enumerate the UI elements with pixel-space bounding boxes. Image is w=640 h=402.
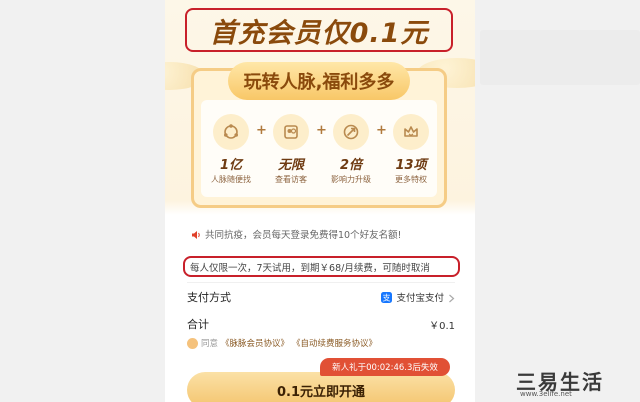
notice-text: 共同抗疫，会员每天登录免费得10个好友名额! xyxy=(205,230,402,241)
svg-text:支: 支 xyxy=(383,292,391,302)
hero-title-box: 首充会员仅0.1元 xyxy=(185,8,453,52)
payment-method-value: 支付宝支付 xyxy=(396,293,444,304)
payment-method-selector[interactable]: 支 支付宝支付 xyxy=(381,288,455,307)
trial-rule-box: 每人仅限一次，7天试用，到期￥68/月续费，可随时取消 xyxy=(183,256,460,277)
auto-renew-agreement-link[interactable]: 《自动续费服务协议》 xyxy=(292,337,377,349)
divider xyxy=(187,282,455,283)
benefits-panel: 1亿 人脉随便找 + 无限 查看访客 + 2倍 影响力升级 + 13项 更多特权 xyxy=(201,100,437,197)
benefits-card: 1亿 人脉随便找 + 无限 查看访客 + 2倍 影响力升级 + 13项 更多特权… xyxy=(191,62,447,208)
benefits-badge-text: 玩转人脉,福利多多 xyxy=(243,72,395,93)
pay-now-button[interactable]: 0.1元立即开通 xyxy=(187,372,455,402)
notice-bar: 共同抗疫，会员每天登录免费得10个好友名额! xyxy=(183,222,458,246)
total-amount: ￥0.1 xyxy=(429,320,455,332)
right-background xyxy=(475,0,640,402)
benefit-value: 1亿 xyxy=(219,158,243,173)
agreement-row: 同意 《脉脉会员协议》 《自动续费服务协议》 xyxy=(187,336,457,350)
member-agreement-link[interactable]: 《脉脉会员协议》 xyxy=(221,337,289,349)
total-row: 合计 ￥0.1 xyxy=(187,316,455,332)
benefit-label: 人脉随便找 xyxy=(211,175,251,184)
pay-now-label: 0.1元立即开通 xyxy=(276,384,366,400)
payment-method-label: 支付方式 xyxy=(187,291,231,304)
benefit-value: 2倍 xyxy=(339,158,363,173)
growth-icon xyxy=(333,114,369,150)
benefit-item: 2倍 影响力升级 xyxy=(324,114,378,185)
benefit-item: 无限 查看访客 xyxy=(264,114,318,185)
benefit-value: 13项 xyxy=(395,158,427,173)
agreement-prefix: 同意 xyxy=(201,339,219,349)
agreement-checkbox[interactable] xyxy=(187,337,198,349)
payment-method-row[interactable]: 支付方式 支 支付宝支付 xyxy=(187,288,455,306)
countdown-text: 新人礼于00:02:46.3后失效 xyxy=(332,363,438,373)
visitors-icon xyxy=(273,114,309,150)
benefit-label: 查看访客 xyxy=(275,175,307,184)
benefits-badge: 玩转人脉,福利多多 xyxy=(228,62,410,100)
alipay-icon: 支 xyxy=(381,288,393,307)
chevron-right-icon xyxy=(448,288,455,307)
hero-title: 首充会员仅0.1元 xyxy=(209,17,429,49)
network-icon xyxy=(213,114,249,150)
left-background xyxy=(0,0,165,402)
crown-icon xyxy=(393,114,429,150)
countdown-badge: 新人礼于00:02:46.3后失效 xyxy=(320,358,450,376)
benefit-label: 影响力升级 xyxy=(331,175,371,184)
benefit-value: 无限 xyxy=(277,158,304,173)
vip-purchase-screen: 首充会员仅0.1元 1亿 人脉随便找 + 无限 查看访客 + 2倍 影响力升级 … xyxy=(165,0,475,402)
total-label: 合计 xyxy=(187,318,209,331)
watermark-url: www.3elife.net xyxy=(520,390,572,398)
benefit-label: 更多特权 xyxy=(395,175,427,184)
background-block xyxy=(480,30,640,85)
benefit-item: 13项 更多特权 xyxy=(384,114,438,185)
benefit-item: 1亿 人脉随便找 xyxy=(204,114,258,185)
trial-rule-text: 每人仅限一次，7天试用，到期￥68/月续费，可随时取消 xyxy=(190,262,430,274)
speaker-icon xyxy=(191,225,201,244)
watermark: 三易生活 www.3elife.net xyxy=(516,366,640,402)
